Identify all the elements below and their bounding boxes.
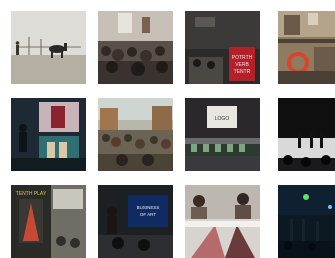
balcony-lifebuoy-image xyxy=(278,11,335,84)
gallery-photo-stage-logo[interactable]: LOGO xyxy=(185,98,260,171)
gallery-photo-crowd-hall[interactable] xyxy=(98,11,173,84)
stage-logo-image: LOGO xyxy=(185,98,260,171)
gallery-photo-sign-poster[interactable]: POTRTH VERB TENTR xyxy=(185,11,260,84)
gallery-photo-people-reading[interactable] xyxy=(185,185,260,258)
poster-text: POTRTH xyxy=(232,55,253,61)
crowd-hall-image xyxy=(98,11,173,84)
gallery-photo-poster-theatre[interactable]: TENTH PLAY xyxy=(11,185,86,258)
stage-logo-text: LOGO xyxy=(215,116,230,122)
presentation-text: BUSINESS xyxy=(137,205,160,210)
svg-text:TENTR: TENTR xyxy=(234,69,251,75)
gallery-photo-stage-horse[interactable] xyxy=(11,11,86,84)
stage-horse-image xyxy=(11,11,86,84)
gallery-photo-projection-screens[interactable] xyxy=(11,98,86,171)
sign-poster-image: POTRTH VERB TENTR xyxy=(185,11,260,84)
gallery-photo-presentation-screen[interactable]: BUSINESS OF ART xyxy=(98,185,173,258)
svg-text:VERB: VERB xyxy=(235,62,249,68)
night-street-image xyxy=(278,185,335,258)
outdoor-crowd-image xyxy=(98,98,173,171)
projection-screens-image xyxy=(11,98,86,171)
photo-gallery-grid: POTRTH VERB TENTR LOGO TENTH PLAY BUSINE… xyxy=(0,0,335,258)
svg-text:OF ART: OF ART xyxy=(140,212,156,217)
poster-theatre-image: TENTH PLAY xyxy=(11,185,86,258)
gallery-photo-outdoor-crowd[interactable] xyxy=(98,98,173,171)
gallery-photo-dark-stage[interactable] xyxy=(272,98,335,171)
gallery-photo-balcony-lifebuoy[interactable] xyxy=(272,11,335,84)
dark-stage-image xyxy=(278,98,335,171)
people-reading-image xyxy=(185,185,260,258)
gallery-photo-night-street[interactable] xyxy=(272,185,335,258)
poster-title-text: TENTH PLAY xyxy=(16,191,47,197)
presentation-screen-image: BUSINESS OF ART xyxy=(98,185,173,258)
